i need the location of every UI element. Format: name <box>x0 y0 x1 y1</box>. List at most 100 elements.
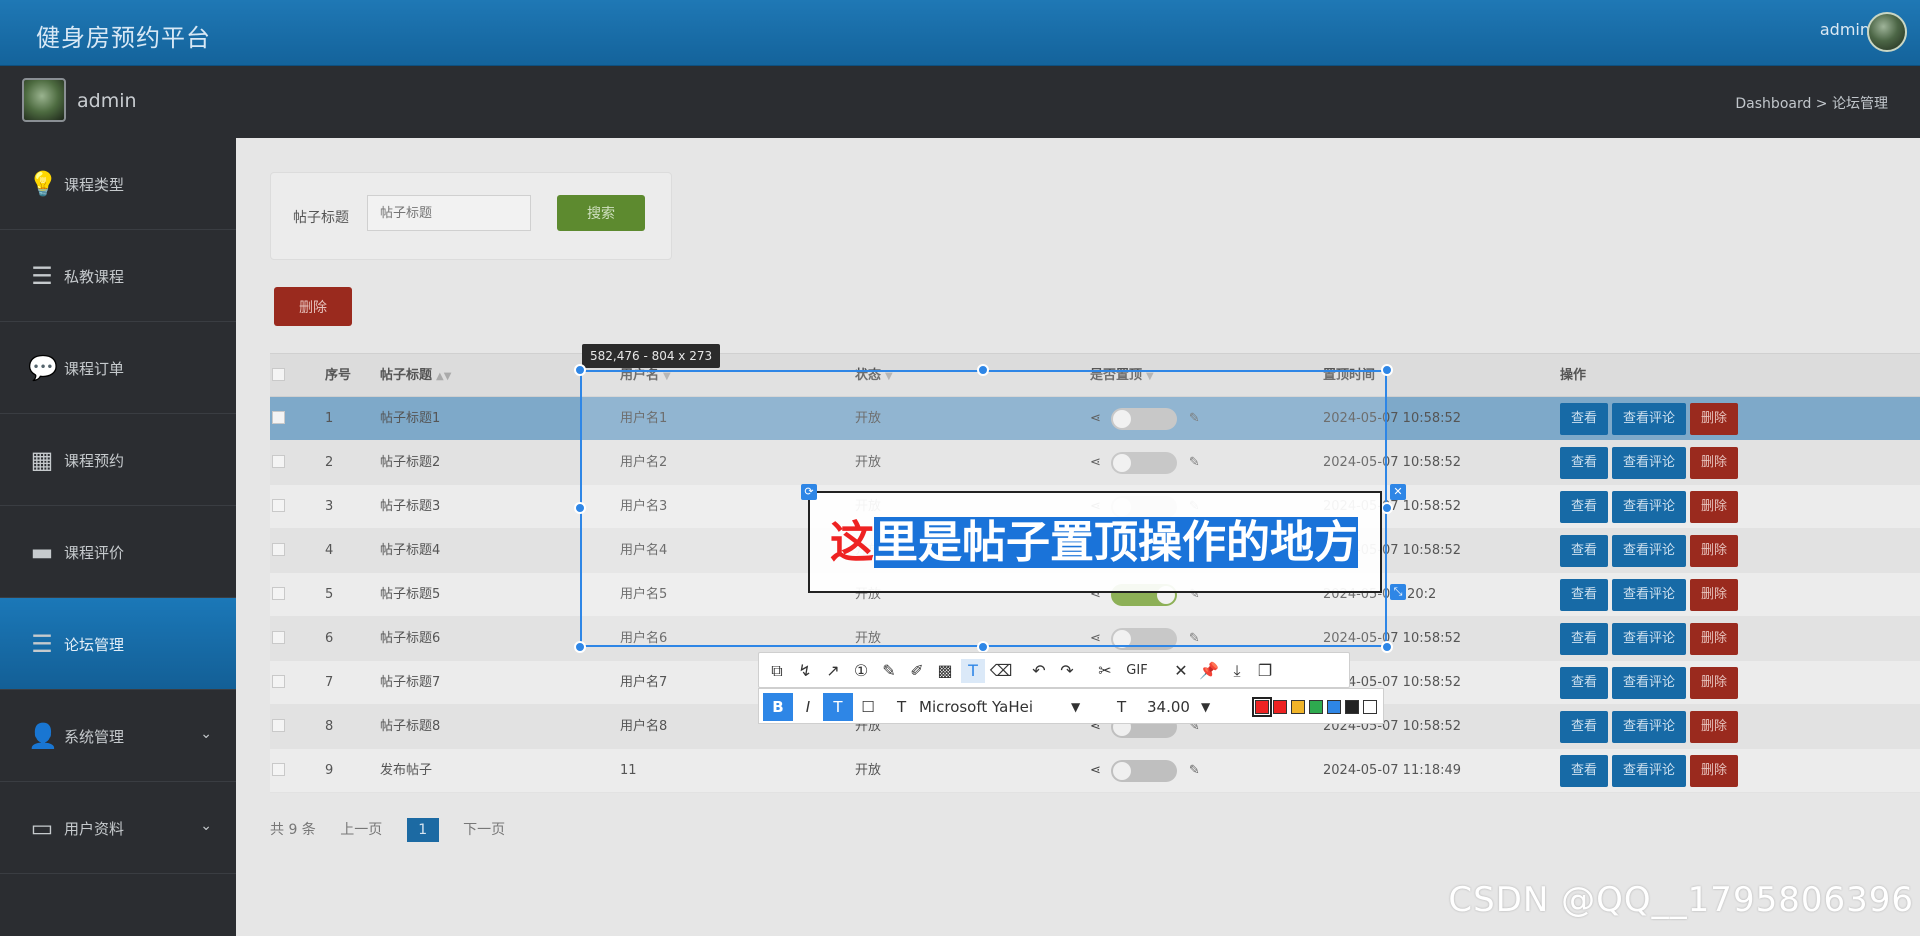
view-button[interactable]: 查看 <box>1560 710 1609 743</box>
pager-prev[interactable]: 上一页 <box>340 822 382 838</box>
view-comments-button[interactable]: 查看评论 <box>1612 666 1687 699</box>
delete-button[interactable]: 删除 <box>1690 446 1739 479</box>
download-icon[interactable]: ⤓ <box>1225 659 1249 683</box>
row-checkbox[interactable] <box>272 631 285 644</box>
font-select[interactable]: Microsoft YaHei <box>919 693 1033 721</box>
delete-button[interactable]: 删除 <box>1690 490 1739 523</box>
delete-button[interactable]: 删除 <box>1690 534 1739 567</box>
top-toggle[interactable] <box>1110 759 1177 782</box>
rotate-icon[interactable]: ⟳ <box>801 484 817 500</box>
view-button[interactable]: 查看 <box>1560 446 1609 479</box>
bold-icon[interactable]: B <box>763 693 793 721</box>
color-swatch[interactable] <box>1273 700 1287 714</box>
row-checkbox[interactable] <box>272 411 285 424</box>
sidebar-item[interactable]: ☰ 论坛管理 <box>0 598 236 690</box>
view-button[interactable]: 查看 <box>1560 402 1609 435</box>
annotation-text[interactable]: 这里是帖子置顶操作的地方 <box>830 515 1358 571</box>
cancel-icon[interactable]: ✕ <box>1169 659 1193 683</box>
font-size-value[interactable]: 34.00 <box>1147 693 1190 721</box>
redo-icon[interactable]: ↷ <box>1055 659 1079 683</box>
mosaic-icon[interactable]: ▩ <box>933 659 957 683</box>
polyline-icon[interactable]: ↯ <box>793 659 817 683</box>
delete-button[interactable]: 删除 <box>1690 402 1739 435</box>
share-icon[interactable]: ⋖ <box>1090 749 1101 793</box>
row-checkbox[interactable] <box>272 763 285 776</box>
pencil-icon[interactable]: ✎ <box>1189 749 1200 793</box>
delete-button[interactable]: 删除 <box>1690 578 1739 611</box>
header-username[interactable]: admin <box>1820 20 1870 39</box>
view-comments-button[interactable]: 查看评论 <box>1612 534 1687 567</box>
color-swatch[interactable] <box>1345 700 1359 714</box>
sidebar-item[interactable]: 💬 课程订单 <box>0 322 236 414</box>
pin-icon[interactable]: 📌 <box>1197 659 1221 683</box>
chevron-down-icon[interactable]: ▼ <box>1071 693 1080 721</box>
search-input[interactable] <box>367 195 531 231</box>
copy-icon[interactable]: ❐ <box>1253 659 1277 683</box>
row-checkbox[interactable] <box>272 675 285 688</box>
arrow-icon[interactable]: ↗ <box>821 659 845 683</box>
view-button[interactable]: 查看 <box>1560 754 1609 787</box>
sidebar-item[interactable]: ☰ 私教课程 <box>0 230 236 322</box>
color-swatch[interactable] <box>1363 700 1377 714</box>
delete-button[interactable]: 删除 <box>1690 754 1739 787</box>
color-swatch[interactable] <box>1291 700 1305 714</box>
row-checkbox[interactable] <box>272 719 285 732</box>
resize-handle[interactable] <box>574 502 586 514</box>
delete-button[interactable]: 删除 <box>1690 710 1739 743</box>
view-button[interactable]: 查看 <box>1560 578 1609 611</box>
marker-icon[interactable]: ✐ <box>905 659 929 683</box>
row-checkbox[interactable] <box>272 499 285 512</box>
color-swatch[interactable] <box>1309 700 1323 714</box>
view-button[interactable]: 查看 <box>1560 490 1609 523</box>
select-all-checkbox[interactable] <box>272 368 285 381</box>
delete-button[interactable]: 删除 <box>1690 666 1739 699</box>
resize-handle[interactable] <box>574 364 586 376</box>
search-button[interactable]: 搜索 <box>557 195 645 231</box>
scissor-icon[interactable]: ✂ <box>1093 659 1117 683</box>
view-comments-button[interactable]: 查看评论 <box>1612 754 1687 787</box>
col-title[interactable]: 帖子标题 ▲▼ <box>380 354 451 398</box>
sidebar-item[interactable]: ▬ 课程评价 <box>0 506 236 598</box>
sidebar-item[interactable]: 👤 系统管理 ⌄ <box>0 690 236 782</box>
row-checkbox[interactable] <box>272 587 285 600</box>
view-button[interactable]: 查看 <box>1560 666 1609 699</box>
text-annotation-box[interactable]: 这里是帖子置顶操作的地方 <box>808 491 1382 593</box>
sidebar-item[interactable]: 💡 课程类型 <box>0 138 236 230</box>
resize-handle[interactable] <box>574 641 586 653</box>
resize-handle[interactable] <box>1381 641 1393 653</box>
italic-icon[interactable]: I <box>793 693 823 721</box>
sidebar-item[interactable]: ▭ 用户资料 ⌄ <box>0 782 236 874</box>
resize-handle[interactable] <box>977 364 989 376</box>
color-swatch[interactable] <box>1252 697 1272 717</box>
delete-button[interactable]: 删除 <box>1690 622 1739 655</box>
row-checkbox[interactable] <box>272 455 285 468</box>
pen-icon[interactable]: ✎ <box>877 659 901 683</box>
pager-next[interactable]: 下一页 <box>463 822 505 838</box>
view-comments-button[interactable]: 查看评论 <box>1612 402 1687 435</box>
undo-icon[interactable]: ↶ <box>1027 659 1051 683</box>
batch-delete-button[interactable]: 删除 <box>274 287 352 326</box>
view-button[interactable]: 查看 <box>1560 622 1609 655</box>
view-comments-button[interactable]: 查看评论 <box>1612 710 1687 743</box>
resize-handle[interactable] <box>1381 502 1393 514</box>
text-outline-icon[interactable]: T <box>823 693 853 721</box>
text-tool-icon[interactable]: T <box>961 659 985 683</box>
view-comments-button[interactable]: 查看评论 <box>1612 446 1687 479</box>
view-button[interactable]: 查看 <box>1560 534 1609 567</box>
color-swatch[interactable] <box>1327 700 1341 714</box>
view-comments-button[interactable]: 查看评论 <box>1612 490 1687 523</box>
eraser-icon[interactable]: ⌫ <box>989 659 1013 683</box>
scale-icon[interactable]: ⤡ <box>1390 584 1406 600</box>
pager-current[interactable]: 1 <box>406 818 439 842</box>
close-icon[interactable]: ✕ <box>1390 484 1406 500</box>
view-comments-button[interactable]: 查看评论 <box>1612 578 1687 611</box>
resize-handle[interactable] <box>1381 364 1393 376</box>
row-checkbox[interactable] <box>272 543 285 556</box>
background-toggle-icon[interactable]: ☐ <box>853 693 883 721</box>
view-comments-button[interactable]: 查看评论 <box>1612 622 1687 655</box>
gif-icon[interactable]: GIF <box>1121 659 1153 683</box>
shape-icon[interactable]: ⧉ <box>765 659 789 683</box>
table-row[interactable]: 9 发布帖子 11 开放 ⋖ ✎ 2024-05-07 11:18:49 查看 查看评论 删除 <box>270 749 1920 793</box>
chevron-down-icon[interactable]: ▼ <box>1201 693 1210 721</box>
sidebar-item[interactable]: ▦ 课程预约 <box>0 414 236 506</box>
